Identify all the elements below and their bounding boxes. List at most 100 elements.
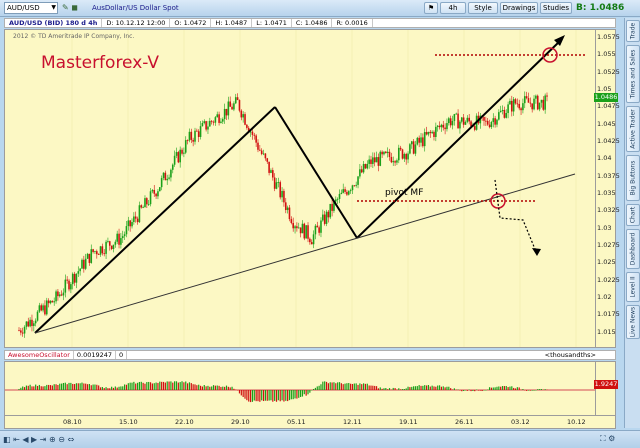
side-tab-times-and-sales[interactable]: Times and Sales — [626, 45, 640, 103]
oscillator-bar — [388, 388, 391, 390]
oscillator-chart[interactable] — [4, 361, 596, 416]
oscillator-bar — [492, 387, 494, 390]
period-button[interactable]: 4h — [440, 2, 466, 14]
oscillator-bar — [209, 386, 211, 390]
oscillator-bar — [127, 383, 129, 390]
time-axis[interactable]: 08.10 15.10 22.10 29.10 05.11 12.11 19.11 26.11… — [4, 416, 616, 429]
candle-body — [92, 249, 94, 253]
oscillator-bar — [255, 390, 257, 402]
oscillator-bar — [216, 385, 218, 390]
oscillator-bar — [222, 386, 224, 390]
symbol-value: AUD/USD — [7, 4, 40, 12]
oscillator-bar — [542, 389, 544, 390]
oscillator-name[interactable]: AwesomeOscillator — [5, 351, 74, 359]
candle-body — [297, 227, 300, 229]
price-chart[interactable]: 2012 © TD Ameritrade IP Company, Inc. Ma… — [4, 29, 596, 348]
chart-symbol-period[interactable]: AUD/USD (BID) 180 d 4h — [5, 19, 103, 27]
oscillator-bar — [244, 390, 246, 399]
chevron-down-icon[interactable]: ▼ — [51, 3, 56, 13]
candle-body — [166, 178, 169, 181]
oscillator-bar — [287, 390, 289, 402]
candle-body — [42, 305, 44, 311]
header-low: L: 1.0471 — [252, 19, 292, 27]
oscillator-bar — [68, 382, 70, 390]
oscillator-bar — [198, 384, 200, 390]
toolbar-icons-right[interactable]: ⛶ ⚙ — [600, 434, 615, 444]
style-button[interactable]: Style — [468, 2, 498, 14]
symbol-link-icons[interactable]: ✎ ◼ — [62, 3, 78, 12]
candle-body — [268, 161, 270, 173]
oscillator-bar — [172, 382, 174, 390]
side-tab-live-news[interactable]: Live News — [626, 305, 640, 339]
oscillator-bar — [311, 390, 313, 391]
candle-body — [114, 241, 117, 245]
oscillator-bar — [316, 386, 318, 390]
oscillator-bar — [520, 389, 522, 390]
oscillator-bar — [112, 387, 115, 390]
oscillator-bar — [305, 390, 307, 396]
candle-body — [216, 114, 219, 118]
candle-body — [144, 198, 146, 208]
oscillator-bar — [518, 387, 520, 390]
oscillator-bar — [298, 390, 300, 398]
candle-body — [457, 113, 459, 129]
candle-body — [442, 124, 445, 128]
oscillator-bar — [318, 385, 320, 390]
side-tab-active-trader[interactable]: Active Trader — [626, 106, 640, 152]
candle-body — [49, 300, 52, 304]
oscillator-bar — [42, 386, 44, 390]
side-tab-label: Chart — [629, 206, 637, 224]
studies-button[interactable]: Studies — [540, 2, 572, 14]
oscillator-bar — [351, 383, 354, 390]
toolbar-icons-left[interactable]: ◧ ⇤ ◀ ▶ ⇥ ⊕ ⊖ ⇔ — [3, 435, 74, 444]
candle-body — [425, 132, 428, 135]
oscillator-bar — [327, 383, 329, 390]
candle-body — [205, 121, 207, 130]
oscillator-bar — [526, 390, 528, 391]
symbol-input[interactable]: AUD/USD ▼ — [4, 2, 58, 14]
oscillator-bar — [500, 386, 502, 390]
side-tab-big-buttons[interactable]: Big Buttons — [626, 155, 640, 201]
candle-body — [433, 131, 435, 137]
oscillator-bar — [333, 382, 335, 390]
candle-body — [448, 118, 450, 124]
candle-body — [499, 111, 502, 113]
candle-body — [84, 258, 87, 269]
oscillator-bar — [329, 382, 331, 390]
candle-body — [462, 117, 465, 125]
candle-body — [88, 253, 91, 263]
side-tab-label: Trade — [629, 22, 637, 40]
side-tab-chart[interactable]: Chart — [626, 204, 640, 226]
candle-body — [53, 301, 55, 303]
drawings-button[interactable]: Drawings — [500, 2, 538, 14]
side-tab-trade[interactable]: Trade — [626, 20, 640, 42]
oscillator-bar — [416, 386, 418, 390]
oscillator-bar — [309, 390, 311, 393]
candle-body — [227, 101, 230, 116]
candle-body — [453, 114, 456, 121]
candle-body — [305, 225, 307, 239]
flag-icon[interactable]: ⚑ — [424, 2, 438, 14]
candle-body — [183, 152, 185, 154]
candle-body — [275, 182, 278, 189]
side-tab-level-ii[interactable]: Level II — [626, 272, 640, 302]
oscillator-bar — [424, 385, 426, 390]
oscillator-bar — [366, 383, 368, 390]
candle-body — [184, 140, 187, 153]
candle-body — [118, 233, 120, 245]
price-axis[interactable]: 1.0575 1.055 1.0525 1.05 1.0475 1.045 1.0425 1.… — [596, 29, 620, 348]
candle-body — [309, 238, 311, 243]
price-tick-label: 1.0375 — [597, 171, 620, 180]
candle-body — [253, 134, 256, 136]
oscillator-bar — [138, 381, 141, 390]
oscillator-bar — [407, 386, 409, 390]
candle-body — [401, 149, 404, 159]
candle-body — [97, 254, 100, 255]
side-tab-dashboard[interactable]: Dashboard — [626, 229, 640, 269]
oscillator-bar — [409, 387, 411, 390]
oscillator-bar — [225, 385, 228, 390]
candle-body — [518, 103, 521, 109]
side-tab-label: Live News — [629, 306, 637, 338]
oscillator-bar — [368, 385, 370, 390]
oscillator-bar — [435, 386, 437, 390]
